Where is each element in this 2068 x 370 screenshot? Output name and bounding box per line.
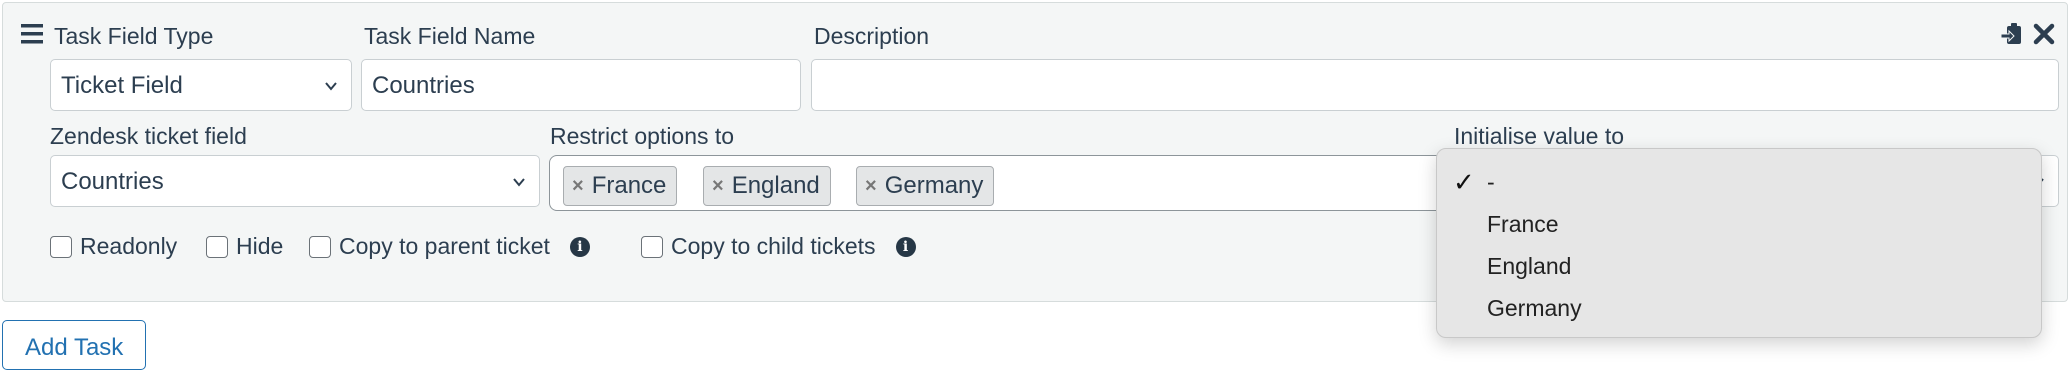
copy-child-option[interactable]: Copy to child tickets i (641, 233, 916, 260)
task-field-type-label: Task Field Type (54, 23, 214, 49)
task-field-name-label: Task Field Name (364, 23, 536, 49)
zendesk-ticket-field-select[interactable]: Countries (50, 155, 540, 207)
copy-parent-label: Copy to parent ticket (339, 233, 550, 259)
checkmark-icon: ✓ (1453, 167, 1475, 197)
task-field-name-input[interactable]: Countries (361, 59, 801, 111)
hide-option[interactable]: Hide (206, 233, 283, 260)
task-field-type-value: Ticket Field (61, 72, 183, 99)
dropdown-option-none[interactable]: - (1487, 169, 1987, 196)
description-label: Description (814, 23, 930, 49)
copy-child-label: Copy to child tickets (671, 233, 876, 259)
dropdown-option-england[interactable]: England (1487, 253, 1987, 280)
tag-france: × France (563, 166, 678, 206)
hide-checkbox[interactable] (206, 235, 228, 258)
info-icon[interactable]: i (569, 236, 590, 257)
readonly-label: Readonly (80, 233, 178, 259)
initialise-value-dropdown: ✓ - France England Germany (1436, 148, 2042, 338)
hamburger-icon[interactable] (21, 23, 45, 45)
readonly-checkbox[interactable] (50, 235, 72, 258)
copy-parent-checkbox[interactable] (309, 235, 331, 258)
copy-child-checkbox[interactable] (641, 235, 663, 258)
remove-tag-icon[interactable]: × (865, 176, 877, 196)
dropdown-option-germany[interactable]: Germany (1487, 295, 1987, 322)
add-task-button[interactable]: Add Task (2, 320, 146, 370)
initialise-value-label: Initialise value to (1454, 123, 1625, 149)
remove-tag-icon[interactable]: × (572, 176, 584, 196)
remove-tag-icon[interactable]: × (712, 176, 724, 196)
hide-label: Hide (236, 233, 284, 259)
zendesk-ticket-field-label: Zendesk ticket field (50, 123, 247, 149)
task-field-name-value: Countries (372, 72, 475, 99)
restrict-options-label: Restrict options to (550, 123, 735, 149)
clipboard-icon[interactable] (2001, 21, 2025, 47)
description-input[interactable] (811, 59, 2059, 111)
tag-label: Germany (884, 172, 984, 199)
chevron-down-icon (325, 82, 337, 91)
readonly-option[interactable]: Readonly (50, 233, 177, 260)
tag-label: England (731, 172, 820, 199)
tag-england: × England (703, 166, 831, 206)
tag-label: France (591, 172, 667, 199)
task-field-type-select[interactable]: Ticket Field (50, 59, 352, 111)
close-icon[interactable] (2033, 23, 2055, 45)
zendesk-ticket-field-value: Countries (61, 168, 164, 195)
restrict-options-multiselect[interactable]: × France × England × Germany (549, 155, 1449, 211)
chevron-down-icon (513, 178, 525, 187)
copy-parent-option[interactable]: Copy to parent ticket i (309, 233, 590, 260)
info-icon[interactable]: i (895, 236, 916, 257)
tag-germany: × Germany (856, 166, 995, 206)
dropdown-option-france[interactable]: France (1487, 211, 1987, 238)
